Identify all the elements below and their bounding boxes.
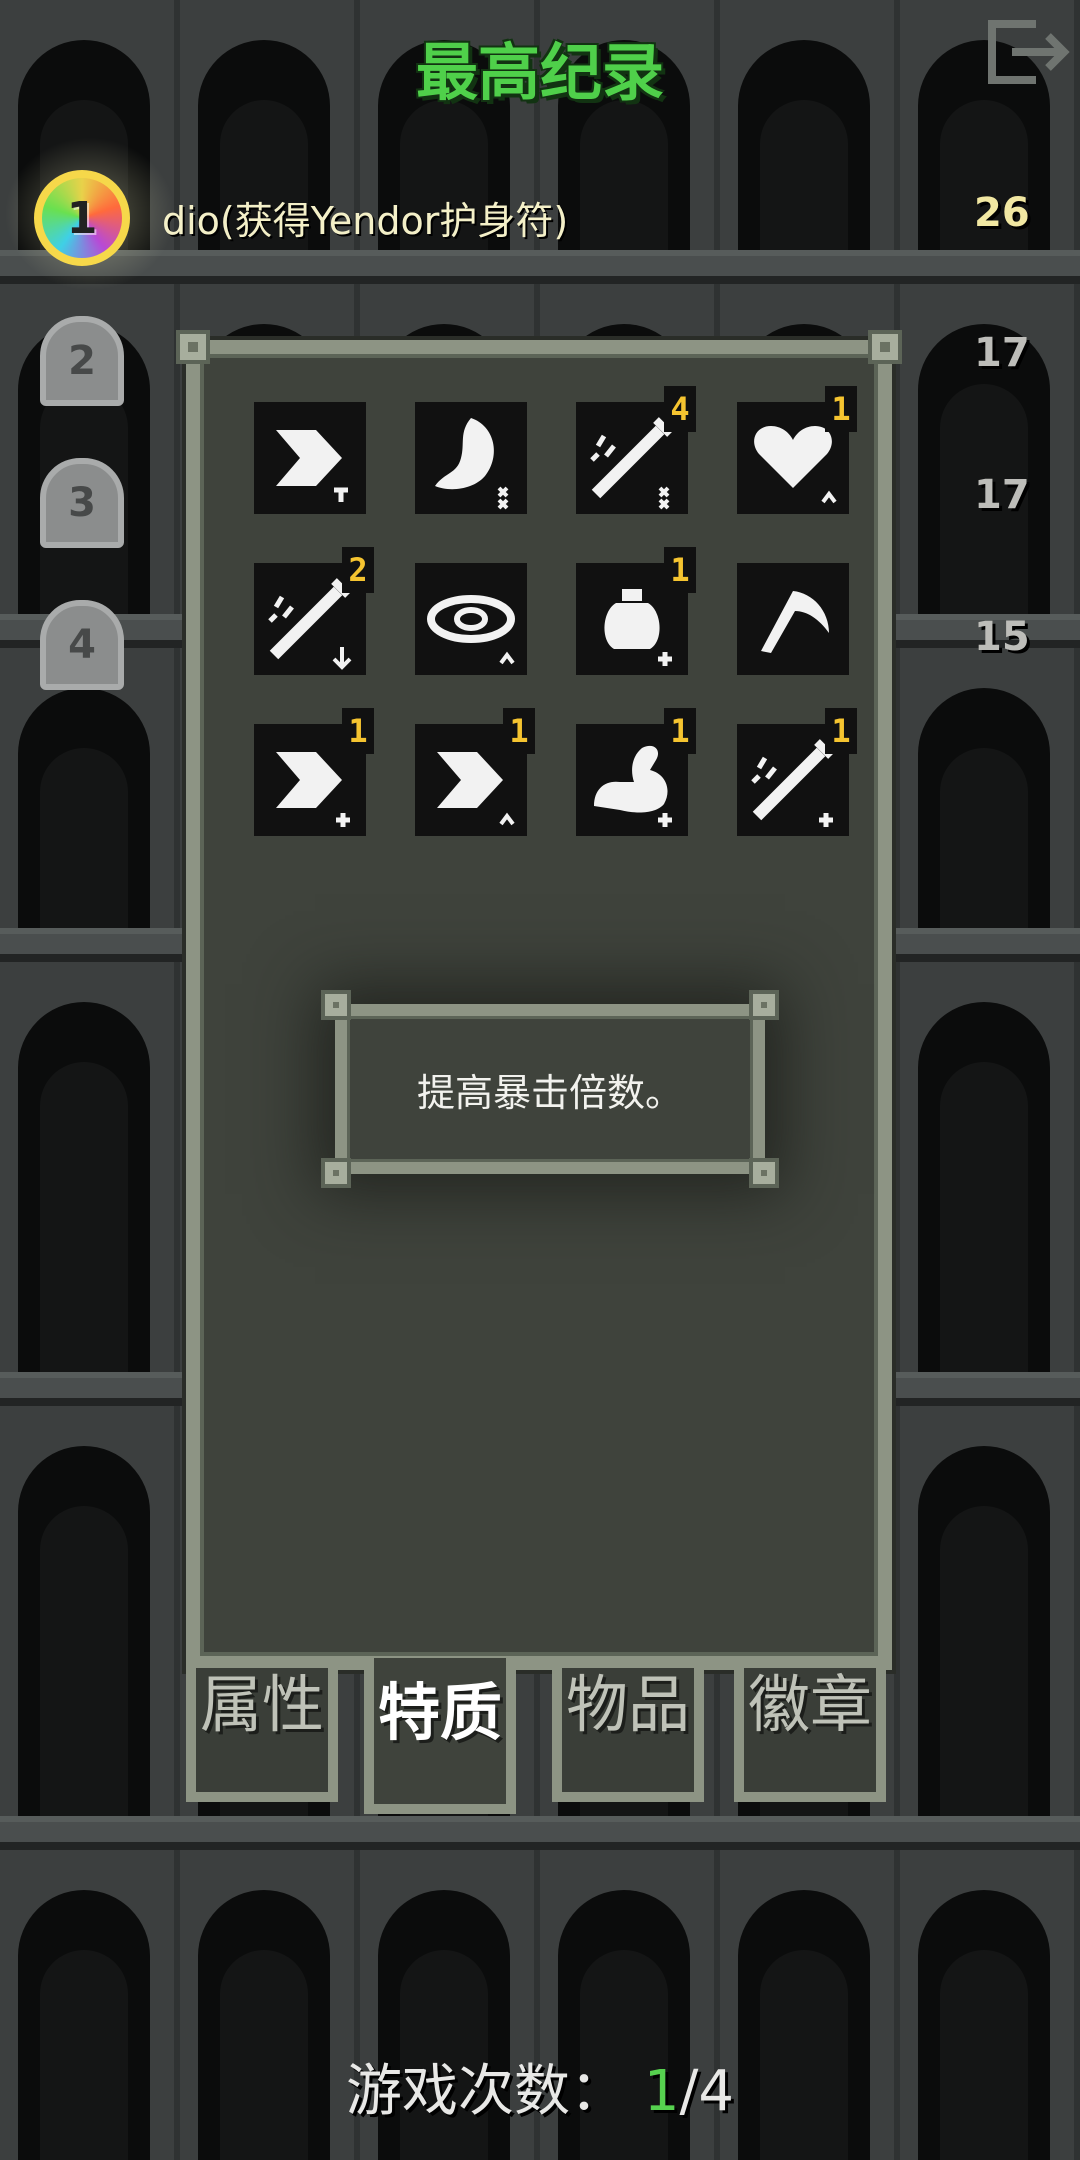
record-depth: 17 <box>974 330 1030 376</box>
talent-slot[interactable]: 1 <box>737 386 857 514</box>
tab-label: 特质 <box>377 1676 502 1749</box>
tab-stats[interactable]: 属性 <box>186 1668 338 1802</box>
talent-slot[interactable]: 4 <box>576 386 696 514</box>
frame-corner <box>321 1158 351 1188</box>
talent-slot[interactable] <box>254 402 366 514</box>
stomach-icon <box>435 418 509 510</box>
tab-items[interactable]: 物品 <box>552 1668 704 1802</box>
talent-level-badge: 1 <box>664 708 696 754</box>
frame-corner <box>749 990 779 1020</box>
talent-tooltip: 提高暴击倍数。 <box>321 990 779 1188</box>
frame-corner <box>868 330 902 364</box>
games-played-current: 1 <box>643 2059 680 2124</box>
exit-button[interactable] <box>984 18 1074 86</box>
record-depth: 26 <box>974 190 1030 236</box>
hero-info-window: 4 1 2 1 1 1 1 1 提高暴击倍数。 <box>176 330 902 1670</box>
talent-slot[interactable]: 1 <box>576 547 696 675</box>
games-played-counter: 游戏次数： 1/4 <box>0 2046 1080 2127</box>
talent-slot[interactable] <box>415 563 527 675</box>
talent-level-badge: 4 <box>664 386 696 432</box>
talent-slot[interactable] <box>415 402 527 514</box>
tombstone-icon: 2 <box>34 310 130 406</box>
talent-level-badge: 1 <box>503 708 535 754</box>
talent-slot[interactable]: 1 <box>415 708 535 836</box>
frame-corner <box>176 330 210 364</box>
record-rank: 3 <box>68 480 96 526</box>
talent-slot[interactable]: 1 <box>737 708 857 836</box>
frame-corner <box>749 1158 779 1188</box>
info-tabs: 属性 特质 物品 徽章 <box>186 1658 892 1818</box>
games-played-separator: / <box>679 2059 699 2124</box>
record-depth: 17 <box>974 472 1030 518</box>
talent-slot[interactable]: 1 <box>254 708 374 836</box>
talent-level-badge: 1 <box>664 547 696 593</box>
yendor-amulet-icon: 1 <box>34 170 130 266</box>
eye-icon <box>427 595 515 665</box>
games-played-label: 游戏次数： <box>346 2059 627 2124</box>
talent-grid: 4 1 2 1 1 1 1 1 <box>254 386 857 836</box>
talent-slot[interactable]: 1 <box>576 708 696 836</box>
frame-corner <box>321 990 351 1020</box>
talent-slot[interactable] <box>737 563 849 675</box>
talent-slot[interactable]: 2 <box>254 547 374 675</box>
record-rank: 2 <box>68 338 96 384</box>
tab-label: 物品 <box>565 1668 690 1741</box>
tab-label: 属性 <box>199 1668 324 1741</box>
talent-level-badge: 2 <box>342 547 374 593</box>
record-rank: 1 <box>66 192 98 244</box>
tombstone-icon: 4 <box>34 594 130 690</box>
record-description: dio(获得Yendor护身符) <box>162 199 569 243</box>
tombstone-icon: 3 <box>34 452 130 548</box>
talent-level-badge: 1 <box>825 386 857 432</box>
sickle-icon <box>761 591 829 653</box>
dash-arrow-icon <box>276 430 348 502</box>
tab-badges[interactable]: 徽章 <box>734 1668 886 1802</box>
record-rank: 4 <box>68 622 96 668</box>
page-title: 最高纪录 <box>415 36 664 109</box>
talent-level-badge: 1 <box>825 708 857 754</box>
record-row-1[interactable]: 1 dio(获得Yendor护身符) 26 <box>0 124 1080 304</box>
tab-talents[interactable]: 特质 <box>364 1658 516 1814</box>
tooltip-text: 提高暴击倍数。 <box>416 1070 683 1115</box>
games-played-total: 4 <box>698 2059 734 2124</box>
tab-label: 徽章 <box>747 1668 872 1741</box>
exit-door-icon <box>988 20 1070 84</box>
talent-level-badge: 1 <box>342 708 374 754</box>
record-depth: 15 <box>974 614 1030 660</box>
